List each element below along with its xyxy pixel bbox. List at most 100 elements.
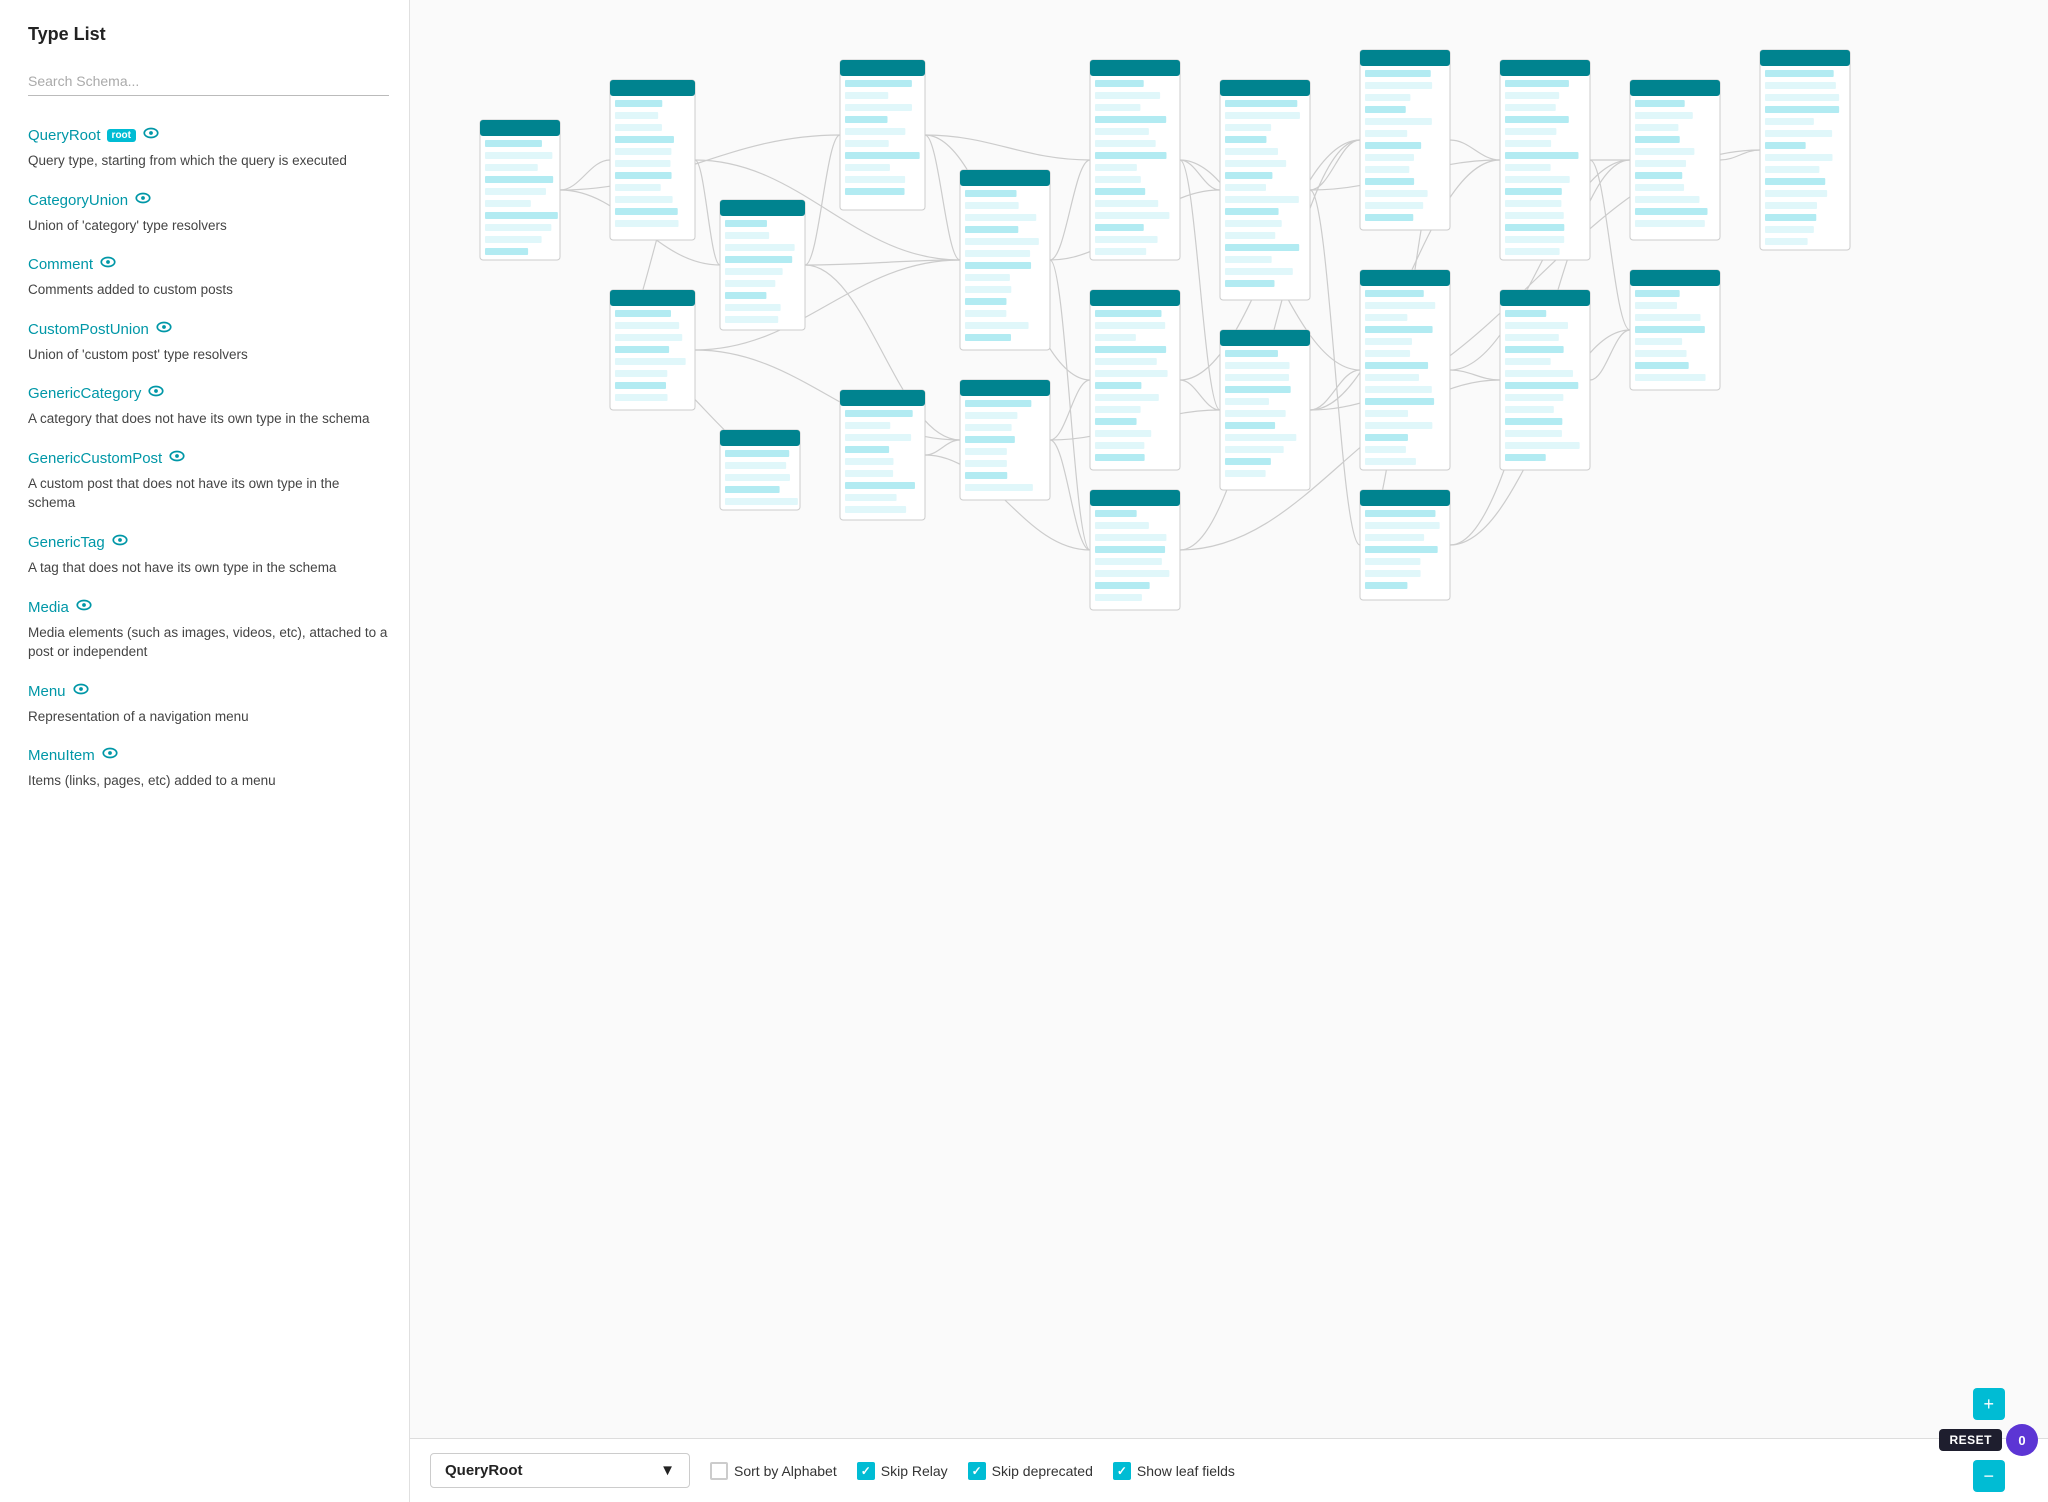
type-name-row: GenericTag <box>28 531 389 554</box>
dropdown-label: QueryRoot <box>445 1462 523 1479</box>
type-name-row: Media <box>28 596 389 619</box>
graph-node-17 <box>1630 80 1720 240</box>
search-input[interactable] <box>28 69 389 96</box>
type-name-row: CategoryUnion <box>28 189 389 212</box>
checkbox-label-sort-alpha[interactable]: Sort by Alphabet <box>710 1462 837 1480</box>
main-area: QueryRoot ▼ Sort by Alphabet Skip Relay Sk… <box>410 0 2048 1502</box>
graph-node-4 <box>610 290 695 410</box>
type-description: A category that does not have its own ty… <box>28 409 389 429</box>
type-name-link[interactable]: GenericCustomPost <box>28 450 162 467</box>
type-name-link[interactable]: CustomPostUnion <box>28 321 149 338</box>
graph-node-13 <box>1360 270 1450 470</box>
type-name-row: QueryRoot root <box>28 124 389 147</box>
type-name-row: GenericCategory <box>28 382 389 405</box>
graph-node-11 <box>1220 330 1310 490</box>
graph-node-14 <box>1360 490 1450 600</box>
graph-node-3 <box>840 60 925 210</box>
type-name-link[interactable]: Menu <box>28 683 66 700</box>
type-item: CategoryUnion Union of 'category' type re… <box>28 189 389 236</box>
graph-node-0 <box>480 120 560 260</box>
type-name-link[interactable]: GenericCategory <box>28 385 141 402</box>
type-description: A tag that does not have its own type in… <box>28 558 389 578</box>
type-description: Representation of a navigation menu <box>28 707 389 727</box>
type-item: GenericTag A tag that does not have its o… <box>28 531 389 578</box>
type-name-link[interactable]: QueryRoot <box>28 127 101 144</box>
checkbox-label-text-show-leaf: Show leaf fields <box>1137 1463 1235 1479</box>
graph-node-19 <box>1760 50 1850 250</box>
reset-button[interactable]: RESET <box>1939 1429 2002 1451</box>
eye-icon[interactable] <box>168 447 186 470</box>
graph-area[interactable] <box>410 0 2048 1438</box>
checkbox-label-skip-deprecated[interactable]: Skip deprecated <box>968 1462 1093 1480</box>
type-description: Media elements (such as images, videos, … <box>28 623 389 662</box>
graph-node-6 <box>960 380 1050 500</box>
type-item: QueryRoot root Query type, starting from w… <box>28 124 389 171</box>
type-item: Comment Comments added to custom posts <box>28 253 389 300</box>
checkbox-skip-relay[interactable] <box>857 1462 875 1480</box>
type-name-row: Menu <box>28 680 389 703</box>
type-item: Media Media elements (such as images, vid… <box>28 596 389 662</box>
type-name-link[interactable]: Comment <box>28 256 93 273</box>
type-name-row: Comment <box>28 253 389 276</box>
checkbox-skip-deprecated[interactable] <box>968 1462 986 1480</box>
type-description: Items (links, pages, etc) added to a men… <box>28 771 389 791</box>
eye-icon[interactable] <box>101 744 119 767</box>
checkbox-label-skip-relay[interactable]: Skip Relay <box>857 1462 948 1480</box>
graph-node-5 <box>960 170 1050 350</box>
graph-node-7 <box>1090 60 1180 260</box>
graph-node-8 <box>1090 290 1180 470</box>
root-badge: root <box>107 129 136 142</box>
type-item: Menu Representation of a navigation menu <box>28 680 389 727</box>
type-description: Comments added to custom posts <box>28 280 389 300</box>
type-name-link[interactable]: GenericTag <box>28 534 105 551</box>
zoom-in-button[interactable]: + <box>1973 1388 2005 1420</box>
graph-node-2 <box>720 200 805 330</box>
graph-node-18 <box>1630 270 1720 390</box>
type-dropdown[interactable]: QueryRoot ▼ <box>430 1453 690 1488</box>
checkbox-sort-alpha[interactable] <box>710 1462 728 1480</box>
type-name-row: CustomPostUnion <box>28 318 389 341</box>
eye-icon[interactable] <box>75 596 93 619</box>
sidebar: Type List QueryRoot root Query type, start… <box>0 0 410 1502</box>
type-name-link[interactable]: MenuItem <box>28 747 95 764</box>
type-description: Union of 'category' type resolvers <box>28 216 389 236</box>
controls-row: Sort by Alphabet Skip Relay Skip deprecate… <box>710 1462 1235 1480</box>
graph-node-21 <box>720 430 800 510</box>
eye-icon[interactable] <box>99 253 117 276</box>
type-item: CustomPostUnion Union of 'custom post' ty… <box>28 318 389 365</box>
graph-node-9 <box>1090 490 1180 610</box>
eye-icon[interactable] <box>111 531 129 554</box>
graph-node-20 <box>840 390 925 520</box>
type-list: QueryRoot root Query type, starting from w… <box>28 124 389 809</box>
graph-node-10 <box>1220 80 1310 300</box>
graph-node-12 <box>1360 50 1450 230</box>
bottom-right-controls: + RESET 0 − <box>1939 1388 2038 1492</box>
eye-icon[interactable] <box>134 189 152 212</box>
type-name-row: GenericCustomPost <box>28 447 389 470</box>
checkbox-label-text-skip-relay: Skip Relay <box>881 1463 948 1479</box>
type-description: Query type, starting from which the quer… <box>28 151 389 171</box>
graph-node-16 <box>1500 290 1590 470</box>
sidebar-title: Type List <box>28 24 389 45</box>
graph-node-15 <box>1500 60 1590 260</box>
type-description: A custom post that does not have its own… <box>28 474 389 513</box>
eye-icon[interactable] <box>155 318 173 341</box>
type-name-link[interactable]: CategoryUnion <box>28 192 128 209</box>
dropdown-arrow-icon: ▼ <box>660 1462 675 1479</box>
eye-icon[interactable] <box>147 382 165 405</box>
checkbox-label-show-leaf[interactable]: Show leaf fields <box>1113 1462 1235 1480</box>
type-item: GenericCustomPost A custom post that does… <box>28 447 389 513</box>
graph-node-1 <box>610 80 695 240</box>
zoom-out-button[interactable]: − <box>1973 1460 2005 1492</box>
type-description: Union of 'custom post' type resolvers <box>28 345 389 365</box>
checkbox-label-text-skip-deprecated: Skip deprecated <box>992 1463 1093 1479</box>
counter-badge: 0 <box>2006 1424 2038 1456</box>
bottom-panel: QueryRoot ▼ Sort by Alphabet Skip Relay Sk… <box>410 1438 2048 1502</box>
eye-icon[interactable] <box>142 124 160 147</box>
checkbox-show-leaf[interactable] <box>1113 1462 1131 1480</box>
type-name-link[interactable]: Media <box>28 599 69 616</box>
eye-icon[interactable] <box>72 680 90 703</box>
type-item: GenericCategory A category that does not … <box>28 382 389 429</box>
type-item: MenuItem Items (links, pages, etc) added … <box>28 744 389 791</box>
checkbox-label-text-sort-alpha: Sort by Alphabet <box>734 1463 837 1479</box>
